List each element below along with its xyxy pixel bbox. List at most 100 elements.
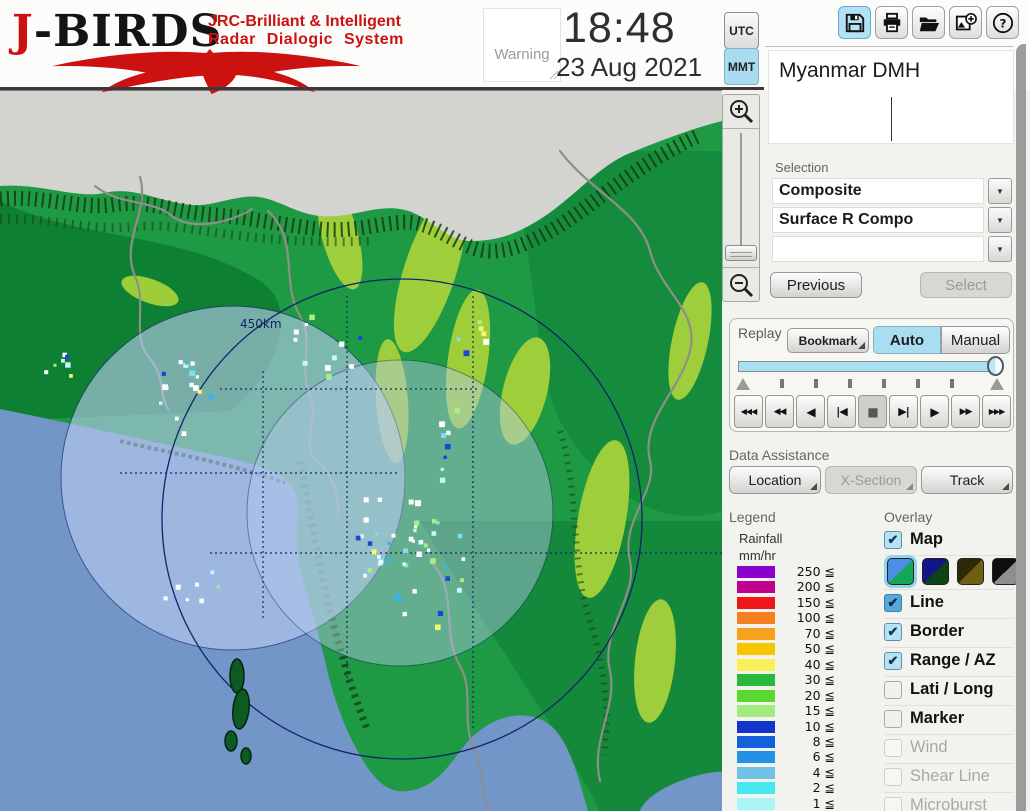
rain-echo-pixel	[331, 355, 337, 361]
select-button[interactable]: Select	[920, 272, 1012, 298]
save-button[interactable]	[838, 6, 871, 39]
rain-echo-pixel	[375, 532, 379, 536]
legend-value-label: 150 ≦	[796, 594, 835, 610]
slider-tick	[780, 379, 784, 388]
print-button[interactable]	[875, 6, 908, 39]
open-folder-button[interactable]	[912, 6, 945, 39]
stop-button[interactable]: ■	[858, 395, 887, 428]
legend-value-label: 100 ≦	[796, 610, 835, 626]
combo-product-dropdown-button[interactable]: ▼	[988, 178, 1012, 204]
map-style-black-gray[interactable]	[992, 558, 1019, 585]
rain-echo-pixel	[326, 374, 332, 380]
step-back-button[interactable]: |◀	[827, 395, 856, 428]
rain-echo-pixel	[189, 370, 196, 377]
overlay-item-border: ✔ Border	[884, 620, 1014, 648]
app-tagline: JRC-Brilliant & Intelligent Radar Dialog…	[208, 13, 404, 48]
overlay-item-map: ✔ Map	[884, 528, 1014, 556]
map-style-blue-green-selected[interactable]	[887, 558, 914, 585]
timezone-mmt-button[interactable]: MMT	[724, 48, 759, 85]
combo-extra-dropdown-button[interactable]: ▼	[988, 236, 1012, 262]
bookmark-button[interactable]: Bookmark	[787, 328, 869, 353]
rain-echo-pixel	[387, 557, 392, 563]
fast-rewind-button[interactable]: ◀◀	[765, 395, 794, 428]
combo-element-dropdown-button[interactable]: ▼	[988, 207, 1012, 233]
rain-echo-pixel	[195, 375, 199, 379]
playback-controls: ◀◀◀ ◀◀ ◀ |◀ ■ ▶| ▶ ▶▶ ▶▶▶	[734, 395, 1011, 428]
help-button[interactable]: ?	[986, 6, 1019, 39]
rain-echo-pixel	[195, 582, 199, 587]
unchecked-checkbox[interactable]	[884, 710, 902, 728]
legend-row: 2 ≦	[737, 780, 837, 795]
rain-echo-pixel	[477, 320, 482, 325]
legend-color-swatch	[737, 720, 775, 733]
step-forward-button[interactable]: ▶|	[889, 395, 918, 428]
checked-checkbox[interactable]: ✔	[884, 623, 902, 641]
rain-echo-pixel	[367, 568, 373, 573]
chevron-down-icon: ▼	[996, 244, 1004, 254]
auto-mode-button[interactable]: Auto	[873, 326, 941, 354]
rain-echo-pixel	[461, 557, 466, 561]
track-button[interactable]: Track	[921, 466, 1013, 494]
warning-panel[interactable]: Warning	[483, 8, 561, 82]
open-folder-icon	[919, 17, 939, 31]
map-style-dark-olive[interactable]	[957, 558, 984, 585]
legend-color-swatch	[737, 797, 775, 810]
checked-checkbox[interactable]: ✔	[884, 594, 902, 612]
legend-color-swatch	[737, 658, 775, 671]
rain-echo-pixel	[478, 326, 484, 331]
play-button[interactable]: ▶	[920, 395, 949, 428]
overlay-section-label: Overlay	[884, 509, 933, 525]
jump-end-button[interactable]: ▶▶▶	[982, 395, 1011, 428]
unchecked-checkbox[interactable]	[884, 681, 902, 699]
location-button[interactable]: Location	[729, 466, 821, 494]
timezone-utc-button[interactable]: UTC	[724, 12, 759, 49]
rain-echo-pixel	[44, 370, 49, 375]
replay-panel: Replay Bookmark Auto Manual ◀◀◀ ◀◀ ◀ |◀ ■ ▶| ▶…	[729, 318, 1014, 432]
map-style-options	[884, 557, 1019, 590]
combo-extra-value[interactable]	[772, 236, 984, 262]
rain-echo-pixel	[65, 362, 71, 368]
rain-echo-pixel	[408, 499, 414, 505]
rain-echo-pixel	[165, 386, 169, 390]
legend-color-swatch	[737, 596, 775, 609]
x-section-button[interactable]: X-Section	[825, 466, 917, 494]
map-style-navy-green[interactable]	[922, 558, 949, 585]
zoom-slider-handle[interactable]	[725, 245, 757, 261]
rain-echo-pixel	[61, 358, 65, 363]
replay-slider-handle[interactable]	[987, 356, 1004, 376]
rain-echo-pixel	[159, 401, 163, 405]
data-assistance-label: Data Assistance	[729, 447, 830, 463]
toolbar: ?	[838, 6, 1019, 39]
legend-value-label: 20 ≦	[804, 687, 835, 703]
previous-button[interactable]: Previous	[770, 272, 862, 298]
rain-echo-pixel	[174, 416, 179, 421]
rain-echo-pixel	[184, 361, 189, 365]
checked-checkbox[interactable]: ✔	[884, 531, 902, 549]
slider-tick	[848, 379, 852, 388]
radar-map-viewport[interactable]: 450km	[0, 90, 722, 811]
unchecked-checkbox	[884, 768, 902, 786]
jump-start-button[interactable]: ◀◀◀	[734, 395, 763, 428]
manual-mode-button[interactable]: Manual	[941, 326, 1010, 354]
combo-element-value[interactable]: Surface R Compo	[772, 207, 984, 233]
legend-color-swatch	[737, 751, 775, 764]
rain-echo-pixel	[363, 497, 369, 503]
rain-echo-pixel	[459, 578, 464, 583]
zoom-slider-track[interactable]	[740, 133, 742, 251]
rewind-button[interactable]: ◀	[796, 395, 825, 428]
combo-product-value[interactable]: Composite	[772, 178, 984, 204]
checked-checkbox[interactable]: ✔	[884, 652, 902, 670]
legend-value-label: 15 ≦	[804, 703, 835, 719]
legend-color-swatch	[737, 735, 775, 748]
rain-echo-pixel	[309, 314, 315, 320]
zoom-out-button[interactable]	[723, 269, 759, 301]
zoom-in-button[interactable]	[723, 95, 759, 127]
rain-echo-pixel	[432, 519, 437, 524]
panel-collapse-strip[interactable]	[1016, 44, 1026, 811]
rain-echo-pixel	[414, 520, 420, 526]
rain-echo-pixel	[190, 361, 195, 366]
fast-forward-button[interactable]: ▶▶	[951, 395, 980, 428]
add-image-button[interactable]	[949, 6, 982, 39]
rain-echo-pixel	[53, 363, 57, 367]
replay-slider-track[interactable]	[738, 361, 1000, 372]
